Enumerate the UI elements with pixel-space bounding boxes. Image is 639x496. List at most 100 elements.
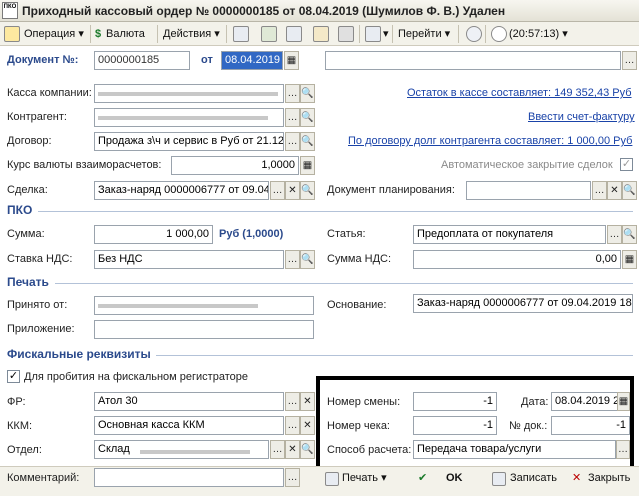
vat-rate-field[interactable]: Без НДС — [94, 250, 284, 269]
currency-button[interactable]: Валюта — [106, 25, 145, 43]
fiscal-date-field[interactable]: 08.04.2019 2 — [551, 392, 619, 411]
invoice-link[interactable]: Ввести счет-фактуру — [528, 111, 635, 123]
clear-icon[interactable]: ✕ — [285, 181, 300, 200]
docnum-field[interactable]: -1 — [551, 416, 630, 435]
fr-select-button[interactable]: … — [285, 392, 300, 411]
clear-icon[interactable]: ✕ — [607, 181, 622, 200]
debt-link[interactable]: По договору долг контрагента составляет:… — [348, 135, 632, 147]
enter-based-icon[interactable] — [365, 26, 381, 42]
kkm-field[interactable]: Основная касса ККМ — [94, 416, 284, 435]
printer-icon — [325, 472, 339, 486]
close-button[interactable]: Закрыть — [588, 469, 630, 487]
operation-icon — [4, 26, 20, 42]
calculator-icon[interactable]: ▦ — [622, 250, 637, 269]
contract-label: Договор: — [7, 135, 52, 147]
check-field[interactable]: -1 — [413, 416, 497, 435]
basis-label: Основание: — [327, 299, 387, 311]
toolbar-separator — [485, 25, 486, 43]
fiscal-checkbox[interactable]: ✓ — [7, 370, 20, 383]
toolbar-separator — [392, 25, 393, 43]
received-value-redacted — [98, 304, 258, 308]
select-button[interactable]: … — [622, 51, 637, 70]
section-divider — [55, 283, 633, 284]
search-icon[interactable]: 🔍 — [300, 132, 315, 151]
actions-menu[interactable]: Действия ▾ — [163, 25, 220, 43]
payment-field[interactable]: Передача товара/услуги — [413, 440, 616, 459]
refresh-icon[interactable] — [261, 26, 277, 42]
dept-select-button[interactable]: … — [270, 440, 285, 459]
help-icon[interactable] — [466, 26, 482, 42]
toolbar-separator — [226, 25, 227, 43]
chevron-down-icon[interactable]: ▾ — [383, 25, 389, 43]
document-number-field[interactable]: 0000000185 — [94, 51, 190, 70]
time-button[interactable]: (20:57:13) ▾ — [509, 25, 568, 43]
company-select-button[interactable]: … — [285, 84, 300, 103]
planning-select-button[interactable]: … — [592, 181, 607, 200]
structure-icon[interactable] — [286, 26, 302, 42]
search-icon[interactable]: 🔍 — [300, 84, 315, 103]
save-button[interactable]: Записать — [510, 469, 557, 487]
search-icon[interactable]: 🔍 — [622, 225, 637, 244]
clear-icon[interactable]: ✕ — [300, 416, 315, 435]
fr-label: ФР: — [7, 396, 26, 408]
search-icon[interactable]: 🔍 — [300, 440, 315, 459]
article-field[interactable]: Предоплата от покупателя — [413, 225, 606, 244]
toolbar: Операция ▾ $ Валюта Действия ▾ ▾ Перейти… — [0, 22, 639, 46]
calendar-icon[interactable]: ▦ — [284, 51, 299, 70]
fr-field[interactable]: Атол 30 — [94, 392, 284, 411]
print-preview-icon[interactable] — [338, 26, 354, 42]
pko-section-title: ПКО — [7, 203, 33, 217]
cash-balance-link[interactable]: Остаток в кассе составляет: 149 352,43 Р… — [407, 87, 632, 99]
vat-sum-field[interactable]: 0,00 — [413, 250, 621, 269]
vat-rate-select-button[interactable]: … — [285, 250, 300, 269]
document-extra-field[interactable] — [325, 51, 621, 70]
contract-field[interactable]: Продажа з\ч и сервис в Руб от 21.12 — [94, 132, 284, 151]
search-icon[interactable]: 🔍 — [622, 181, 637, 200]
counterparty-field[interactable] — [94, 108, 284, 127]
search-icon[interactable]: 🔍 — [300, 181, 315, 200]
attachment-label: Приложение: — [7, 323, 75, 335]
rate-field[interactable]: 1,0000 — [171, 156, 299, 175]
operation-menu[interactable]: Операция ▾ — [24, 25, 84, 43]
document-date-label: от — [201, 54, 213, 66]
print-button[interactable]: Печать ▾ — [342, 469, 387, 487]
auto-close-label: Автоматическое закрытие сделок — [441, 159, 613, 171]
edit-icon[interactable] — [313, 26, 329, 42]
counterparty-label: Контрагент: — [7, 111, 67, 123]
sum-label: Сумма: — [7, 228, 45, 240]
deal-select-button[interactable]: … — [270, 181, 285, 200]
shift-field[interactable]: -1 — [413, 392, 497, 411]
article-select-button[interactable]: … — [607, 225, 622, 244]
fiscal-section-title: Фискальные реквизиты — [7, 347, 151, 361]
clear-icon[interactable]: ✕ — [285, 440, 300, 459]
company-field[interactable] — [94, 84, 284, 103]
planning-field[interactable] — [466, 181, 591, 200]
comment-field[interactable] — [94, 468, 284, 487]
dept-value-redacted — [140, 450, 250, 454]
search-icon[interactable]: 🔍 — [300, 250, 315, 269]
kkm-select-button[interactable]: … — [285, 416, 300, 435]
print-section-title: Печать — [7, 275, 49, 289]
copy-icon[interactable] — [233, 26, 249, 42]
search-icon[interactable]: 🔍 — [300, 108, 315, 127]
deal-field[interactable]: Заказ-наряд 0000006777 от 09.04 — [94, 181, 269, 200]
calculator-icon[interactable]: ▦ — [300, 156, 315, 175]
comment-select-button[interactable]: … — [285, 468, 300, 487]
basis-field[interactable]: Заказ-наряд 0000006777 от 09.04.2019 18 — [413, 294, 633, 313]
sum-field[interactable]: 1 000,00 — [94, 225, 213, 244]
comment-label: Комментарий: — [7, 472, 80, 484]
document-date-field[interactable]: 08.04.2019 — [221, 51, 283, 70]
auto-close-checkbox[interactable]: ✓ — [620, 158, 633, 171]
calendar-icon[interactable]: ▦ — [617, 392, 630, 411]
company-label: Касса компании: — [7, 87, 92, 99]
clear-icon[interactable]: ✕ — [300, 392, 315, 411]
received-field[interactable] — [94, 296, 314, 315]
contract-select-button[interactable]: … — [285, 132, 300, 151]
ok-button[interactable]: OK — [446, 469, 463, 487]
close-icon: ✕ — [572, 472, 582, 484]
counterparty-select-button[interactable]: … — [285, 108, 300, 127]
goto-menu[interactable]: Перейти ▾ — [398, 25, 450, 43]
payment-select-button[interactable]: … — [616, 440, 630, 459]
dept-field[interactable]: Склад — [94, 440, 269, 459]
attachment-field[interactable] — [94, 320, 314, 339]
